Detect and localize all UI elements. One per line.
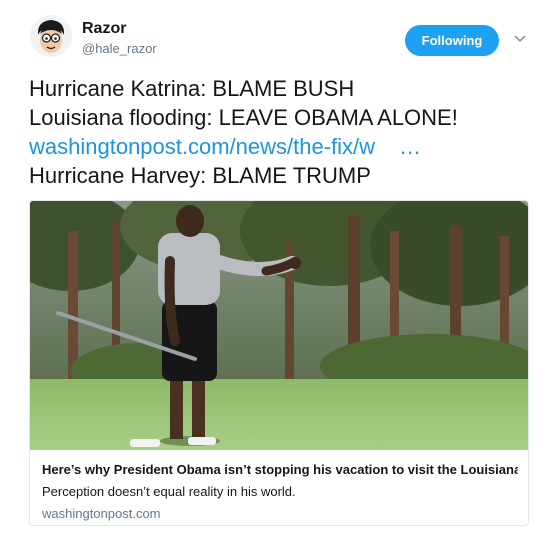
- display-name[interactable]: Razor: [82, 19, 157, 39]
- tweet-link-text: washingtonpost.com/news/the-fix/w: [29, 134, 376, 159]
- user-handle[interactable]: @hale_razor: [82, 40, 157, 58]
- following-button[interactable]: Following: [405, 25, 499, 56]
- card-image: [30, 201, 528, 450]
- card-description: Perception doesn’t equal reality in his …: [42, 484, 296, 499]
- card-body: Here’s why President Obama isn’t stoppin…: [42, 461, 518, 522]
- link-preview-card[interactable]: Here’s why President Obama isn’t stoppin…: [29, 200, 529, 526]
- tweet-menu-button[interactable]: [513, 32, 527, 46]
- avatar[interactable]: [30, 15, 72, 57]
- tweet-line: Hurricane Harvey: BLAME TRUMP: [29, 163, 371, 188]
- card-domain: washingtonpost.com: [42, 506, 161, 521]
- tweet-link-line: washingtonpost.com/news/the-fix/w …: [29, 132, 534, 161]
- tweet-line: Louisiana flooding: LEAVE OBAMA ALONE!: [29, 105, 458, 130]
- card-title: Here’s why President Obama isn’t stoppin…: [42, 462, 518, 477]
- tweet-link-ellipsis: …: [399, 134, 422, 159]
- cartoon-avatar-icon: [30, 15, 72, 57]
- tweet-line: Hurricane Katrina: BLAME BUSH: [29, 76, 355, 101]
- tweet-text: Hurricane Katrina: BLAME BUSH Louisiana …: [29, 74, 534, 190]
- chevron-down-icon: [514, 35, 526, 42]
- tweet-author[interactable]: Razor @hale_razor: [82, 19, 157, 58]
- tweet-link[interactable]: washingtonpost.com/news/the-fix/w …: [29, 134, 421, 159]
